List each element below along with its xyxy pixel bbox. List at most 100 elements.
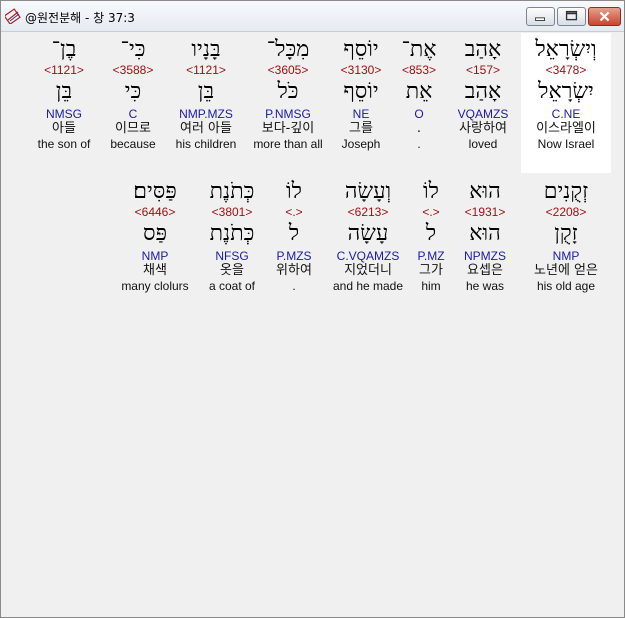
korean-gloss: 옷을: [220, 263, 244, 278]
parsing-code: NMP.MZS: [179, 107, 233, 121]
parsing-code: NMP: [141, 249, 169, 263]
strong-number[interactable]: <.>: [411, 205, 451, 219]
english-gloss: Joseph: [341, 137, 381, 151]
hebrew-word: פַּסִּים׃: [133, 179, 177, 204]
hebrew-lemma: כְּתֹנֶת: [209, 221, 255, 246]
parsing-code: O: [414, 107, 424, 121]
korean-gloss: .: [416, 121, 422, 136]
parsing-code: P.NMSG: [265, 107, 311, 121]
word-cell[interactable]: פַּסִּים׃ <6446> פַּס NMP 채색 many clolur…: [113, 179, 197, 293]
strong-number[interactable]: <1931>: [453, 205, 517, 219]
maximize-button[interactable]: [557, 7, 586, 26]
strong-number[interactable]: <6213>: [327, 205, 409, 219]
korean-gloss: 그를: [349, 121, 373, 136]
hebrew-lemma: פַּס: [142, 221, 168, 246]
hebrew-lemma: בֵּן: [197, 79, 215, 104]
strong-number[interactable]: <6446>: [113, 205, 197, 219]
title-bar[interactable]: @원전분해 - 창 37:3: [1, 1, 624, 32]
hebrew-lemma: כֹּל: [277, 79, 299, 104]
parsing-code: NPMZS: [464, 249, 506, 263]
maximize-icon: [565, 10, 578, 21]
word-cell[interactable]: אֶת־ <853> אֵת O . .: [393, 37, 445, 151]
korean-gloss: 노년에 얻은: [534, 263, 598, 278]
parsing-code: NFSG: [215, 249, 249, 263]
korean-gloss: 사랑하여: [459, 121, 507, 136]
korean-gloss: 이므로: [115, 121, 151, 136]
word-cell[interactable]: כְּתֹנֶת <3801> כְּתֹנֶת NFSG 옷을 a coat …: [199, 179, 265, 293]
english-gloss: many clolurs: [121, 279, 189, 293]
english-gloss: loved: [468, 137, 498, 151]
hebrew-word: בֶן־: [51, 37, 77, 62]
korean-gloss: 아들: [52, 121, 76, 136]
hebrew-lemma: ל: [425, 221, 437, 246]
hebrew-lemma: הוּא: [469, 221, 501, 246]
hebrew-word: זְקֻנִים: [543, 179, 589, 204]
hebrew-word: לוֹ: [423, 179, 439, 204]
strong-number[interactable]: <3478>: [521, 63, 611, 77]
english-gloss: him: [421, 279, 441, 293]
hebrew-lemma: עָשָׂה: [347, 221, 389, 246]
parsing-code: C.VQAMZS: [336, 249, 400, 263]
hebrew-word: וְיִשְׂרָאֵל: [535, 37, 597, 62]
strong-number[interactable]: <157>: [447, 63, 519, 77]
word-cell[interactable]: מִכָּל־ <3605> כֹּל P.NMSG 보다-깊이 more th…: [247, 37, 329, 151]
english-gloss: he was: [465, 279, 505, 293]
word-cell[interactable]: בֶן־ <1121> בֵּן NMSG 아들 the son of: [31, 37, 97, 151]
hebrew-lemma: אֵת: [405, 79, 433, 104]
word-cell[interactable]: הוּא <1931> הוּא NPMZS 요셉은 he was: [453, 179, 517, 293]
parsing-code: NE: [352, 107, 370, 121]
hebrew-word: אֶת־: [401, 37, 437, 62]
english-gloss: .: [417, 137, 421, 151]
english-gloss: because: [110, 137, 156, 151]
word-cell[interactable]: אָהַב <157> אָהַב VQAMZS 사랑하여 loved: [447, 37, 519, 151]
hebrew-lemma: יִשְׂרָאֵל: [538, 79, 594, 104]
word-cell[interactable]: לוֹ <.> ל P.MZS 위하여 .: [269, 179, 319, 293]
hebrew-word: אָהַב: [464, 37, 502, 62]
strong-number[interactable]: <2208>: [521, 205, 611, 219]
strong-number[interactable]: <3130>: [331, 63, 391, 77]
hebrew-word: כְּתֹנֶת: [209, 179, 255, 204]
korean-gloss: 요셉은: [467, 263, 503, 278]
strong-number[interactable]: <1121>: [31, 63, 97, 77]
hebrew-word: מִכָּל־: [266, 37, 310, 62]
parsing-code: VQAMZS: [457, 107, 509, 121]
korean-gloss: 지었더니: [344, 263, 392, 278]
word-cell[interactable]: לוֹ <.> ל P.MZ 그가 him: [411, 179, 451, 293]
hebrew-lemma: כִּי: [124, 79, 142, 104]
close-icon: [599, 11, 610, 22]
korean-gloss: 보다-깊이: [261, 121, 315, 136]
parsing-code: C: [128, 107, 138, 121]
app-book-icon[interactable]: [3, 8, 21, 25]
strong-number[interactable]: <3605>: [247, 63, 329, 77]
hebrew-word: לוֹ: [286, 179, 302, 204]
korean-gloss: 그가: [419, 263, 443, 278]
parsing-code: P.MZS: [276, 249, 312, 263]
word-cell[interactable]: וְעָשָׂה <6213> עָשָׂה C.VQAMZS 지었더니 and…: [327, 179, 409, 293]
word-cell[interactable]: כִּי־ <3588> כִּי C 이므로 because: [101, 37, 165, 151]
parsing-code: NMSG: [46, 107, 82, 121]
korean-gloss: 채색: [143, 263, 167, 278]
strong-number[interactable]: <853>: [393, 63, 445, 77]
strong-number[interactable]: <1121>: [167, 63, 245, 77]
english-gloss: the son of: [37, 137, 91, 151]
strong-number[interactable]: <3588>: [101, 63, 165, 77]
hebrew-lemma: יוֹסֵף: [343, 79, 379, 104]
korean-gloss: 이스라엘이: [536, 121, 596, 136]
hebrew-lemma: בֵּן: [55, 79, 73, 104]
strong-number[interactable]: <3801>: [199, 205, 265, 219]
word-cell[interactable]: בָּנָיו <1121> בֵּן NMP.MZS 여러 아들 his ch…: [167, 37, 245, 151]
english-gloss: a coat of: [208, 279, 256, 293]
english-gloss: .: [292, 279, 296, 293]
minimize-icon: [535, 17, 545, 21]
word-cell[interactable]: זְקֻנִים <2208> זָקֻן NMP 노년에 얻은 his old…: [521, 179, 611, 293]
hebrew-lemma: אָהַב: [464, 79, 502, 104]
hebrew-word: וְעָשָׂה: [344, 179, 392, 204]
strong-number[interactable]: <.>: [269, 205, 319, 219]
word-cell[interactable]: וְיִשְׂרָאֵל <3478> יִשְׂרָאֵל C.NE 이스라엘…: [521, 37, 611, 151]
close-button[interactable]: [588, 7, 621, 26]
minimize-button[interactable]: [526, 7, 555, 26]
main-window: @원전분해 - 창 37:3 וְיִשְׂרָאֵל <3478> יִשְׂ…: [0, 0, 625, 618]
korean-gloss: 여러 아들: [180, 121, 232, 136]
parsing-code: NMP: [552, 249, 580, 263]
word-cell[interactable]: יוֹסֵף <3130> יוֹסֵף NE 그를 Joseph: [331, 37, 391, 151]
